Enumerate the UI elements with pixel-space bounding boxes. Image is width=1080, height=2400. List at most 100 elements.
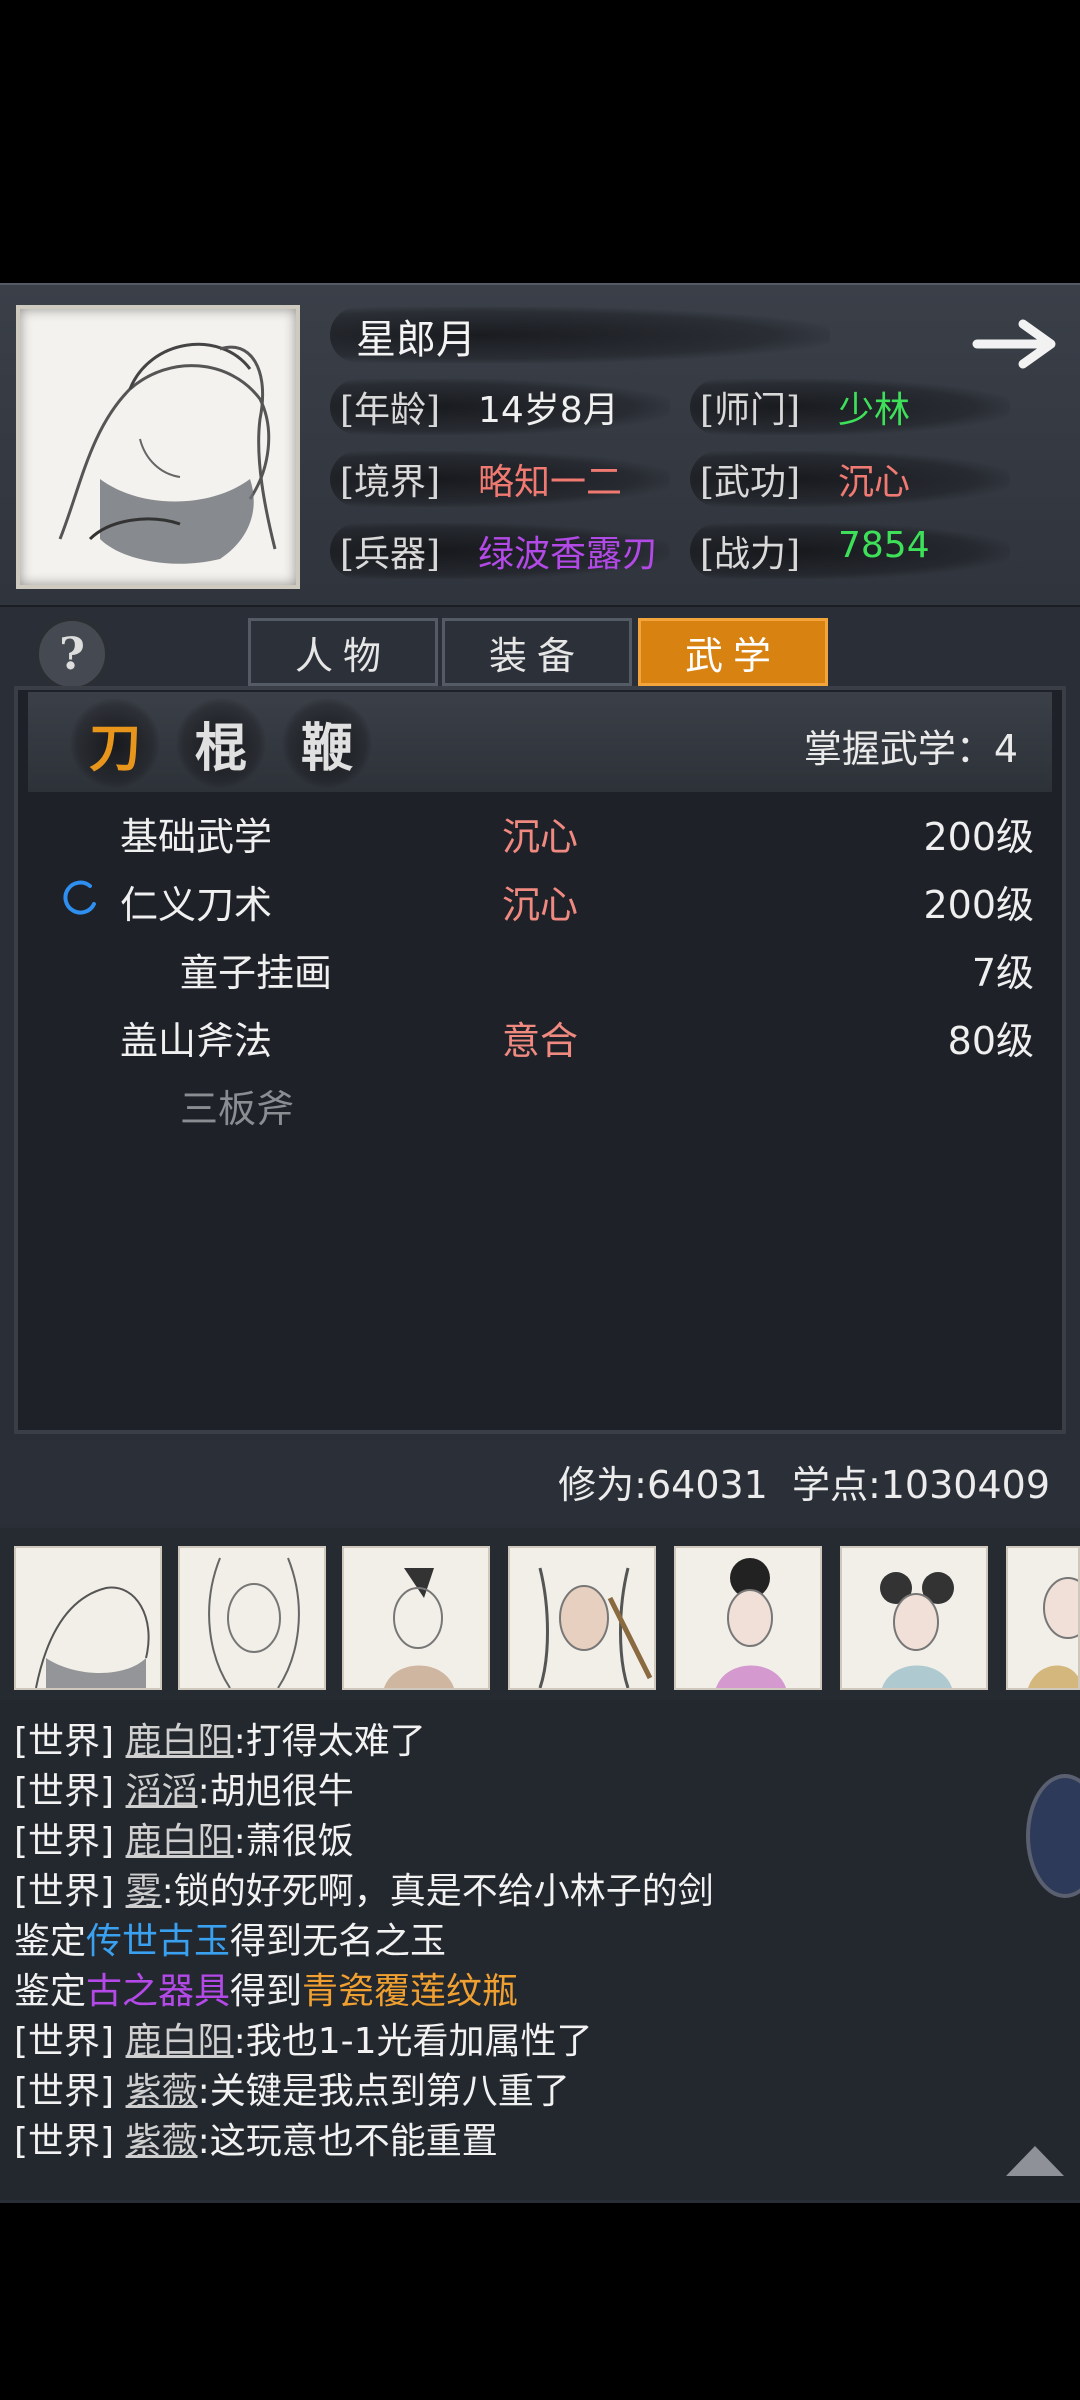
chat-channel: [世界]	[14, 1821, 115, 1862]
player-name: 星郎月	[356, 317, 476, 363]
skill-level: 7级	[971, 951, 1034, 995]
chat-message: [世界] 紫薇:关键是我点到第八重了	[14, 2062, 570, 2114]
chat-sender[interactable]: 雾	[126, 1871, 162, 1912]
kungfu-value: 沉心	[838, 462, 911, 503]
chat-sender[interactable]: 紫薇	[126, 2071, 198, 2112]
player-avatar[interactable]	[16, 305, 300, 589]
chat-sender[interactable]: 鹿白阳	[126, 2021, 234, 2062]
portrait-icon	[384, 1568, 454, 1688]
skill-row[interactable]: 三板斧	[30, 1068, 1050, 1132]
skill-level: 80级	[947, 1019, 1034, 1063]
age-value: 14岁8月	[478, 390, 619, 431]
power-value: 7854	[838, 525, 930, 566]
chat-sender[interactable]: 鹿白阳	[126, 1721, 234, 1762]
character-portrait[interactable]	[1006, 1546, 1080, 1690]
sect-value: 少林	[838, 390, 911, 431]
category-label: 鞭	[300, 717, 353, 779]
chat-message: [世界] 鹿白阳:我也1-1光看加属性了	[14, 2012, 593, 2064]
appraisal-prefix: 鉴定	[14, 1971, 87, 2012]
chat-text: :我也1-1光看加属性了	[233, 2021, 593, 2062]
chat-text: :锁的好死啊，真是不给小林子的剑	[161, 1871, 714, 1912]
tab-martial-arts[interactable]: 武学	[638, 618, 828, 686]
skill-name: 仁义刀术	[120, 883, 273, 927]
tab-label: 武学	[684, 633, 781, 678]
chat-channel: [世界]	[14, 2021, 115, 2062]
skill-name: 童子挂画	[180, 951, 333, 995]
skill-row[interactable]: 童子挂画 7级	[30, 932, 1050, 996]
category-whip[interactable]: 鞭	[282, 698, 372, 788]
appraisal-result: 青瓷覆莲纹瓶	[302, 1971, 519, 2012]
chat-text: :关键是我点到第八重了	[197, 2071, 570, 2112]
weapon-value[interactable]: 绿波香露刃	[478, 525, 658, 577]
appraisal-message: 鉴定传世古玉得到无名之玉	[14, 1912, 446, 1964]
portrait-icon	[1028, 1577, 1078, 1688]
kungfu-label: [武功]	[700, 462, 801, 503]
appraisal-message: 鉴定古之器具得到青瓷覆莲纹瓶	[14, 1962, 518, 2014]
weapon-label: [兵器]	[340, 534, 441, 575]
chat-text: :胡旭很牛	[197, 1771, 354, 1812]
appraisal-prefix: 鉴定	[14, 1921, 87, 1962]
realm-label: [境界]	[340, 462, 441, 503]
chat-message: [世界] 滔滔:胡旭很牛	[14, 1762, 354, 1814]
chat-sender[interactable]: 鹿白阳	[126, 1821, 234, 1862]
tab-character[interactable]: 人物	[248, 618, 438, 686]
category-staff[interactable]: 棍	[176, 698, 266, 788]
chat-message: [世界] 鹿白阳:打得太难了	[14, 1712, 426, 1764]
portrait-icon	[35, 1586, 150, 1688]
character-portrait[interactable]	[840, 1546, 988, 1690]
chat-message: [世界] 鹿白阳:萧很饭	[14, 1812, 354, 1864]
character-portrait[interactable]	[14, 1546, 162, 1690]
loading-spinner-icon	[63, 880, 96, 915]
chat-text: :这玩意也不能重置	[197, 2121, 498, 2162]
appraisal-mid: 得到	[230, 1921, 303, 1962]
chat-sender[interactable]: 滔滔	[126, 1771, 198, 1812]
portrait-icon	[538, 1567, 653, 1688]
character-portrait[interactable]	[508, 1546, 656, 1690]
chat-channel: [世界]	[14, 1871, 115, 1912]
character-portrait[interactable]	[342, 1546, 490, 1690]
skill-row[interactable]: 仁义刀术 沉心 200级	[30, 864, 1050, 928]
profile-header: 星郎月 [年龄] 14岁8月 [师门] 少林 [境界] 略知一二 [武功] 沉心…	[0, 283, 1080, 607]
character-portrait[interactable]	[178, 1546, 326, 1690]
cultivation-value: 修为:64031	[558, 1463, 768, 1507]
chat-message: [世界] 紫薇:这玩意也不能重置	[14, 2112, 498, 2164]
character-portrait[interactable]	[674, 1546, 822, 1690]
next-arrow-icon	[972, 319, 1056, 369]
appraisal-result: 无名之玉	[302, 1921, 447, 1962]
chat-text: :打得太难了	[233, 1721, 426, 1762]
category-label: 棍	[194, 717, 247, 779]
category-label: 刀	[88, 717, 141, 779]
appraisal-item: 古之器具	[86, 1971, 231, 2012]
tab-equipment[interactable]: 装备	[442, 618, 632, 686]
scroll-top-icon[interactable]	[1004, 2144, 1066, 2178]
skill-name: 三板斧	[180, 1087, 295, 1131]
skill-row[interactable]: 基础武学 沉心 200级	[30, 796, 1050, 860]
stats-text: 修为:64031 学点:1030409	[558, 1454, 1050, 1509]
category-blade[interactable]: 刀	[70, 698, 160, 788]
tab-label: 装备	[488, 633, 585, 678]
skill-name: 盖山斧法	[120, 1019, 273, 1063]
skill-level: 200级	[923, 815, 1034, 859]
portrait-icon	[208, 1557, 300, 1688]
stats-bar: 修为:64031 学点:1030409	[0, 1440, 1080, 1524]
appraisal-mid: 得到	[230, 1971, 303, 2012]
mastered-count: 掌握武学：4	[803, 727, 1018, 771]
skill-name: 基础武学	[120, 815, 273, 859]
avatar-portrait-icon	[58, 342, 277, 564]
skill-state: 意合	[502, 1019, 579, 1063]
help-icon: ?	[59, 628, 85, 680]
sect-label: [师门]	[700, 390, 801, 431]
chat-message: [世界] 雾:锁的好死啊，真是不给小林子的剑	[14, 1862, 714, 1914]
study-points-value: 学点:1030409	[791, 1463, 1050, 1507]
help-button[interactable]: ?	[36, 618, 108, 690]
chat-channel: [世界]	[14, 1771, 115, 1812]
chat-sender[interactable]: 紫薇	[126, 2121, 198, 2162]
chat-channel: [世界]	[14, 2121, 115, 2162]
portrait-icon	[880, 1572, 954, 1688]
next-character-button[interactable]	[968, 309, 1064, 379]
skill-row[interactable]: 盖山斧法 意合 80级	[30, 1000, 1050, 1064]
skill-level: 200级	[923, 883, 1034, 927]
realm-value: 略知一二	[478, 462, 623, 503]
skill-state: 沉心	[502, 883, 579, 927]
appraisal-item: 传世古玉	[86, 1921, 231, 1962]
